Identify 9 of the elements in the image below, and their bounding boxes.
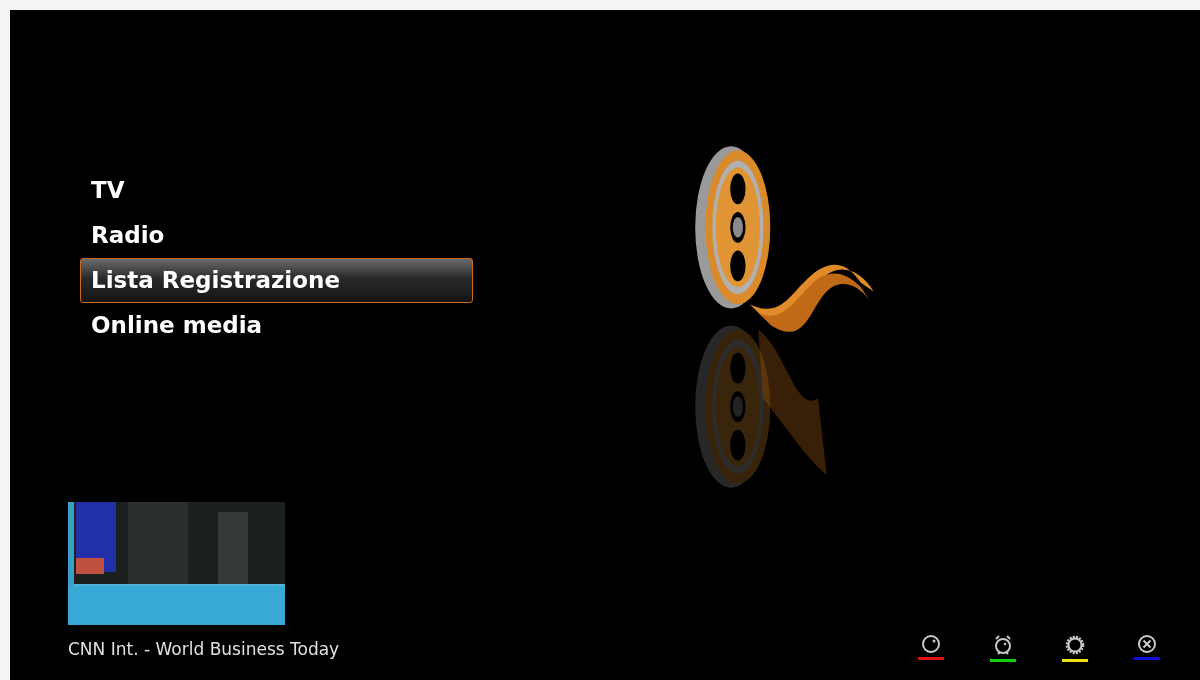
dial-icon [921, 634, 941, 654]
alarm-clock-icon [993, 634, 1013, 656]
menu-item[interactable]: Lista Registrazione [80, 258, 473, 303]
gear-icon [1064, 634, 1086, 656]
menu-item[interactable]: Radio [80, 213, 473, 258]
close-icon [1137, 634, 1157, 654]
menu-item[interactable]: TV [80, 168, 473, 213]
menu-item[interactable]: Online media [80, 303, 473, 348]
channel-caption: CNN Int. - World Business Today [68, 637, 340, 661]
